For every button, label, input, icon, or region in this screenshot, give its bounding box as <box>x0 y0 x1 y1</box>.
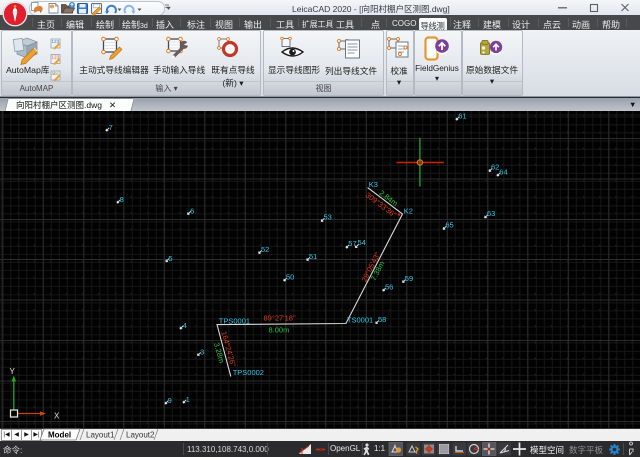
svg-text:K3: K3 <box>369 180 378 189</box>
svg-text:51: 51 <box>309 252 317 261</box>
svg-text:56: 56 <box>385 283 393 292</box>
svg-text:50: 50 <box>286 273 294 282</box>
svg-text:8.00m: 8.00m <box>269 326 290 335</box>
svg-text:6: 6 <box>190 207 194 216</box>
svg-text:5: 5 <box>168 254 172 263</box>
svg-text:TPS0001: TPS0001 <box>219 317 250 326</box>
svg-text:X: X <box>54 412 60 421</box>
svg-text:54: 54 <box>358 238 366 247</box>
svg-text:53: 53 <box>324 213 332 222</box>
svg-text:59: 59 <box>405 274 413 283</box>
svg-text:K2: K2 <box>404 206 413 215</box>
svg-text:8: 8 <box>120 195 124 204</box>
svg-text:63: 63 <box>487 209 495 218</box>
svg-text:58: 58 <box>378 315 386 324</box>
svg-text:61: 61 <box>458 112 466 121</box>
svg-text:1: 1 <box>186 395 190 404</box>
svg-text:TPS0002: TPS0002 <box>233 368 264 377</box>
svg-text:52: 52 <box>261 245 269 254</box>
svg-text:57: 57 <box>348 239 356 248</box>
svg-text:65: 65 <box>445 221 453 230</box>
svg-text:64: 64 <box>499 168 507 177</box>
svg-text:7: 7 <box>109 123 113 132</box>
svg-text:TS0001: TS0001 <box>347 315 373 324</box>
svg-text:89°27'18": 89°27'18" <box>264 314 296 323</box>
svg-text:9: 9 <box>168 396 172 405</box>
svg-text:Y: Y <box>10 367 16 376</box>
svg-text:3: 3 <box>200 348 204 357</box>
svg-text:62: 62 <box>491 163 499 172</box>
svg-text:4: 4 <box>183 321 187 330</box>
